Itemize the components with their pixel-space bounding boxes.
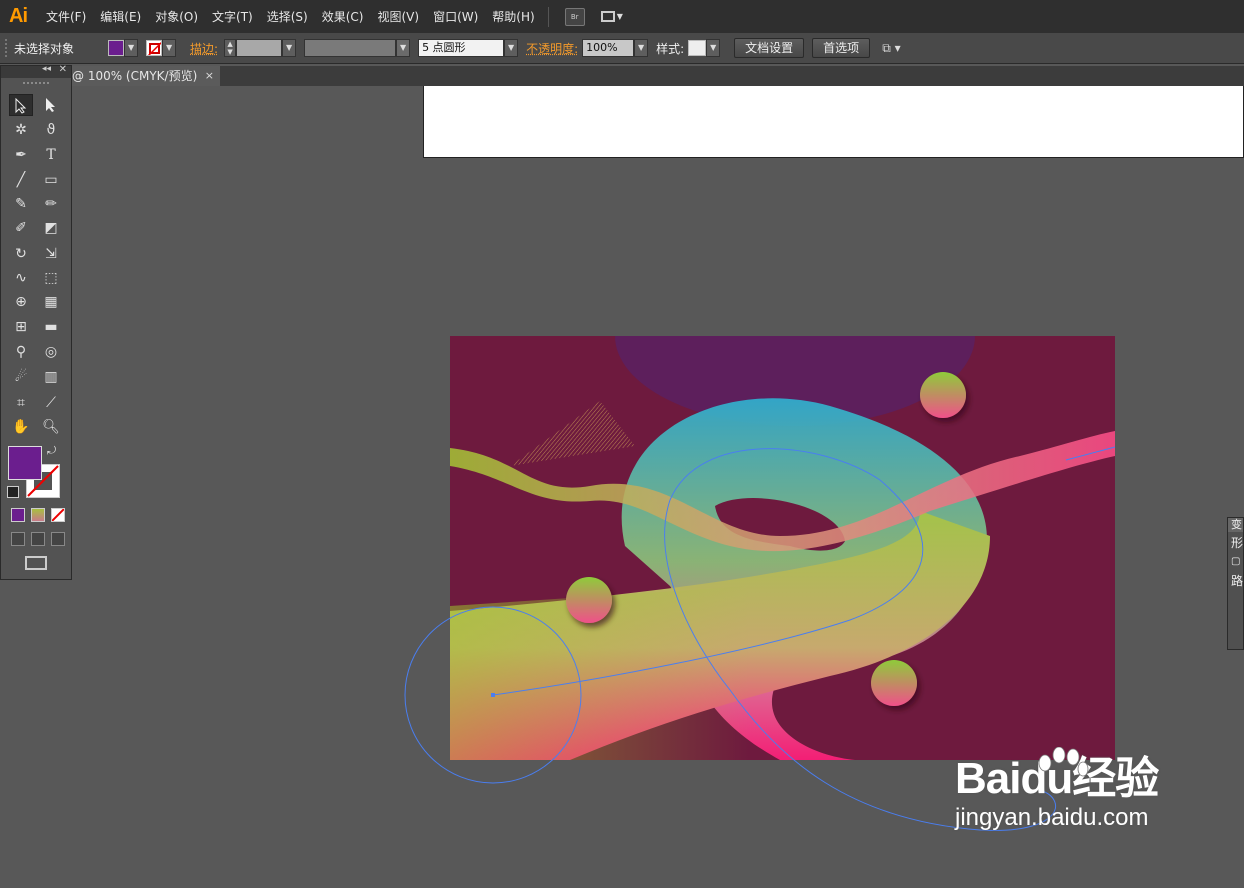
artboard-tool[interactable]: ⌗ [9,392,33,414]
shape-builder-tool[interactable]: ⊕ [9,291,33,313]
panel-item-path[interactable]: 路 [1228,570,1243,592]
panel-grip[interactable] [23,82,49,92]
lasso-tool[interactable]: ϑ [39,119,63,141]
watermark-url: jingyan.baidu.com [955,804,1149,831]
collapsed-panel: 变 形 ▢ 路 [1227,517,1244,650]
direct-selection-tool[interactable] [39,94,63,116]
color-mode-button[interactable] [11,508,25,522]
symbol-sprayer-tool[interactable]: ☄ [9,366,33,388]
graph-tool[interactable]: ▥ [39,366,63,388]
line-tool[interactable]: ╱ [9,169,33,191]
draw-normal-button[interactable] [11,532,25,546]
perspective-grid-tool[interactable]: ▦ [39,291,63,313]
default-colors-icon[interactable] [7,486,19,498]
blob-brush-tool[interactable]: ✐ [9,217,33,239]
panel-item-shape[interactable]: 形 [1228,532,1243,554]
close-icon[interactable]: ✕ [59,64,67,75]
selection-tool[interactable] [9,94,33,116]
mesh-tool[interactable]: ⊞ [9,316,33,338]
transform-panel-tab[interactable]: 变 [1228,518,1243,532]
paw-logo-icon [1038,747,1089,777]
gradient-mode-button[interactable] [31,508,45,522]
eyedropper-tool[interactable]: ⚲ [9,341,33,363]
slice-tool[interactable]: ⟋ [39,392,63,414]
fill-color-box[interactable] [8,446,42,480]
rotate-tool[interactable]: ↻ [9,243,33,265]
paintbrush-tool[interactable]: ✎ [9,193,33,215]
swap-fill-stroke-icon[interactable]: ⤾ [47,444,56,458]
tools-panel: ◂◂ ✕ ✲ ϑ ✒ T ╱ ▭ ✎ ✏ ✐ ◩ ↻ ⇲ ∿ ⬚ ⊕ ▦ ⊞ ▬… [0,64,72,580]
zoom-tool[interactable]: 🔍︎ [39,416,63,438]
anchor-point[interactable] [491,693,495,697]
pen-tool[interactable]: ✒ [9,144,33,166]
hand-tool[interactable]: ✋ [9,416,33,438]
type-tool[interactable]: T [39,144,63,166]
eraser-tool[interactable]: ◩ [39,217,63,239]
gradient-tool[interactable]: ▬ [39,316,63,338]
draw-inside-button[interactable] [51,532,65,546]
pencil-tool[interactable]: ✏ [39,193,63,215]
path-segment[interactable] [1065,446,1116,461]
warp-tool[interactable]: ∿ [9,267,33,289]
collapse-icon[interactable]: ◂◂ [42,64,51,74]
rectangle-tool[interactable]: ▭ [39,169,63,191]
panel-icon: ▢ [1231,556,1241,567]
magic-wand-tool[interactable]: ✲ [9,119,33,141]
screen-mode-icon[interactable] [25,556,47,570]
free-transform-tool[interactable]: ⬚ [39,267,63,289]
draw-behind-button[interactable] [31,532,45,546]
none-mode-button[interactable] [51,508,65,522]
watermark: Baidu经验 jingyan.baidu.com [955,747,1159,831]
blend-tool[interactable]: ◎ [39,341,63,363]
tools-panel-header: ◂◂ ✕ [1,64,71,78]
scale-tool[interactable]: ⇲ [39,243,63,265]
